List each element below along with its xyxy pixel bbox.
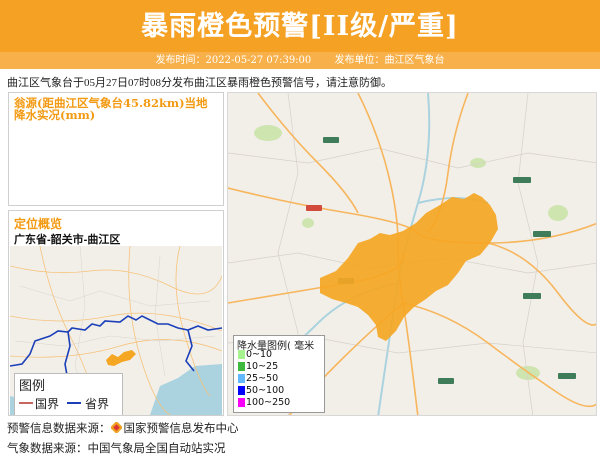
rainfall-swatch (238, 386, 245, 395)
warning-center-logo-icon (110, 422, 122, 433)
map-legend-title: 图例 (19, 379, 46, 394)
location-overview-title: 定位概览 (14, 217, 63, 231)
rainfall-legend-item: 10~25 (238, 361, 324, 372)
rainfall-legend-item: 25~50 (238, 373, 324, 384)
warning-source-label: 预警信息数据来源： (7, 421, 111, 435)
weather-source-line: 气象数据来源：中国气象局全国自动站实况 (7, 441, 226, 455)
overview-map[interactable]: 图例 国界 省界 (10, 246, 222, 415)
warning-source-line: 预警信息数据来源： 国家预警信息发布中心 (7, 420, 239, 436)
rainfall-legend-item: 0~10 (238, 349, 324, 360)
rainfall-legend-label: 100~250 (246, 397, 291, 408)
publish-time: 发布时间：2022-05-27 07:39:00 (155, 55, 312, 66)
warning-notice: 曲江区气象台于05月27日07时08分发布曲江区暴雨橙色预警信号，请注意防御。 (7, 77, 392, 89)
rainfall-swatch (238, 362, 245, 371)
publish-unit: 发布单位：曲江区气象台 (334, 55, 445, 66)
warning-header: 暴雨橙色预警[II级/严重] (0, 0, 600, 52)
location-overview-panel: 定位概览 广东省-韶关市-曲江区 图例 国界 省界 (8, 210, 224, 416)
provincial-border-swatch (67, 402, 81, 404)
warning-source-name: 国家预警信息发布中心 (123, 421, 239, 435)
rainfall-legend-item: 100~250 (238, 397, 324, 408)
rainfall-legend: 降水量图例( 毫米 0~10 10~25 25~50 50~100 100~25… (233, 335, 325, 413)
location-path: 广东省-韶关市-曲江区 (14, 234, 121, 246)
page-title: 暴雨橙色预警[II级/严重] (141, 11, 459, 42)
rainfall-legend-label: 10~25 (246, 361, 279, 372)
rainfall-legend-item: 50~100 (238, 385, 324, 396)
rainfall-swatch (238, 398, 245, 407)
rainfall-swatch (238, 374, 245, 383)
map-legend: 图例 国界 省界 (14, 373, 123, 415)
rainfall-panel: 翁源(距曲江区气象台45.82km)当地降水实况(mm) (8, 92, 224, 206)
national-border-swatch (19, 402, 33, 404)
provincial-border-label: 省界 (85, 397, 110, 411)
publish-info-bar: 发布时间：2022-05-27 07:39:00 发布单位：曲江区气象台 (0, 52, 600, 69)
rainfall-panel-title: 翁源(距曲江区气象台45.82km)当地降水实况(mm) (14, 96, 208, 122)
national-border-label: 国界 (35, 397, 60, 411)
rainfall-legend-label: 50~100 (246, 385, 285, 396)
rainfall-legend-label: 25~50 (246, 373, 279, 384)
rainfall-swatch (238, 350, 245, 359)
rainfall-legend-label: 0~10 (246, 349, 273, 360)
